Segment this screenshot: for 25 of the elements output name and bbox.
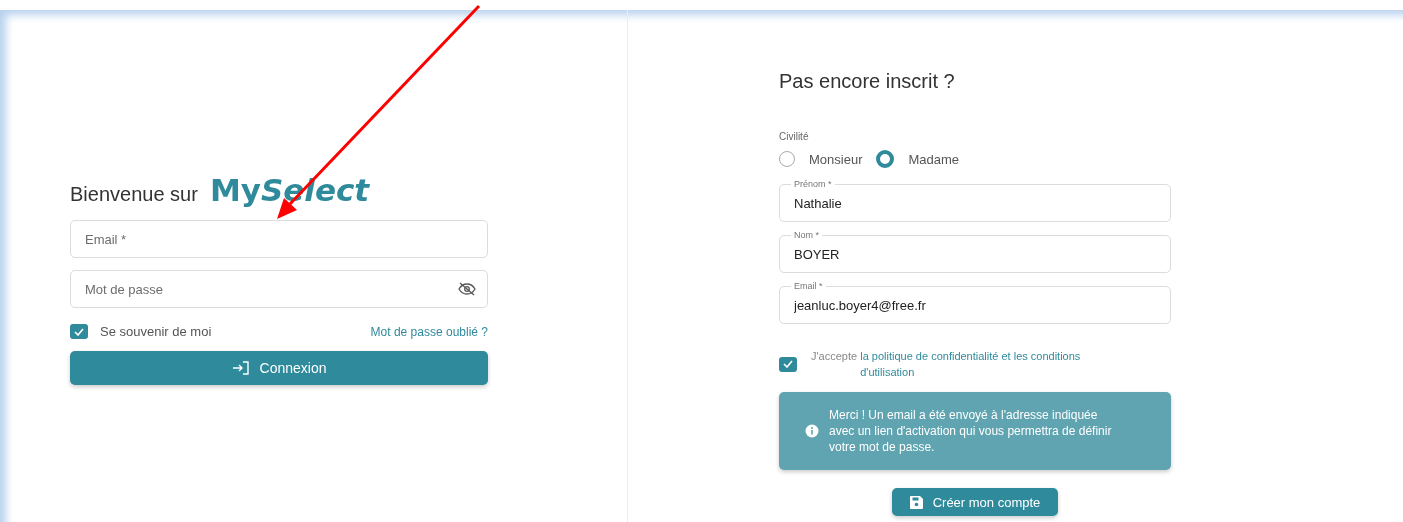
consent-text: J'accepte la politique de confidentialité et les conditions d'utilisation [811, 348, 1093, 380]
signup-title: Pas encore inscrit ? [779, 70, 956, 93]
create-account-button[interactable]: Créer mon compte [891, 488, 1059, 516]
civility-label: Civilité [779, 131, 810, 142]
info-icon [805, 424, 819, 438]
login-button[interactable]: Connexion [70, 351, 488, 385]
forgot-password-link[interactable]: Mot de passe oublié ? [370, 324, 488, 339]
email-field[interactable]: Email * [70, 220, 488, 258]
privacy-policy-link[interactable]: la politique de confidentialité et les conditions d'utilisation [860, 348, 1093, 380]
civility-radio[interactable]: Madame [876, 150, 960, 168]
checkmark-icon [783, 360, 793, 368]
consent-checkbox[interactable] [779, 356, 797, 372]
remember-checkbox[interactable] [70, 324, 88, 339]
password-field[interactable]: Mot de passe [70, 270, 488, 308]
checkmark-icon [74, 327, 84, 336]
field-label: Nom * [791, 230, 822, 240]
save-icon [909, 495, 923, 509]
login-icon [231, 361, 250, 375]
field-label: Prénom * [791, 179, 835, 189]
remember-label: Se souvenir de moi [100, 324, 212, 339]
alert-message: Merci ! Un email a été envoyé à l'adresse indiquée avec un lien d'activation qui vous permettra de définir votre mot de passe. [829, 407, 1113, 455]
welcome-title: Bienvenue sur [70, 183, 198, 206]
field-label: Email * [791, 281, 826, 291]
eye-slash-icon[interactable] [458, 282, 476, 296]
civility-radio[interactable]: Monsieur [779, 151, 863, 167]
